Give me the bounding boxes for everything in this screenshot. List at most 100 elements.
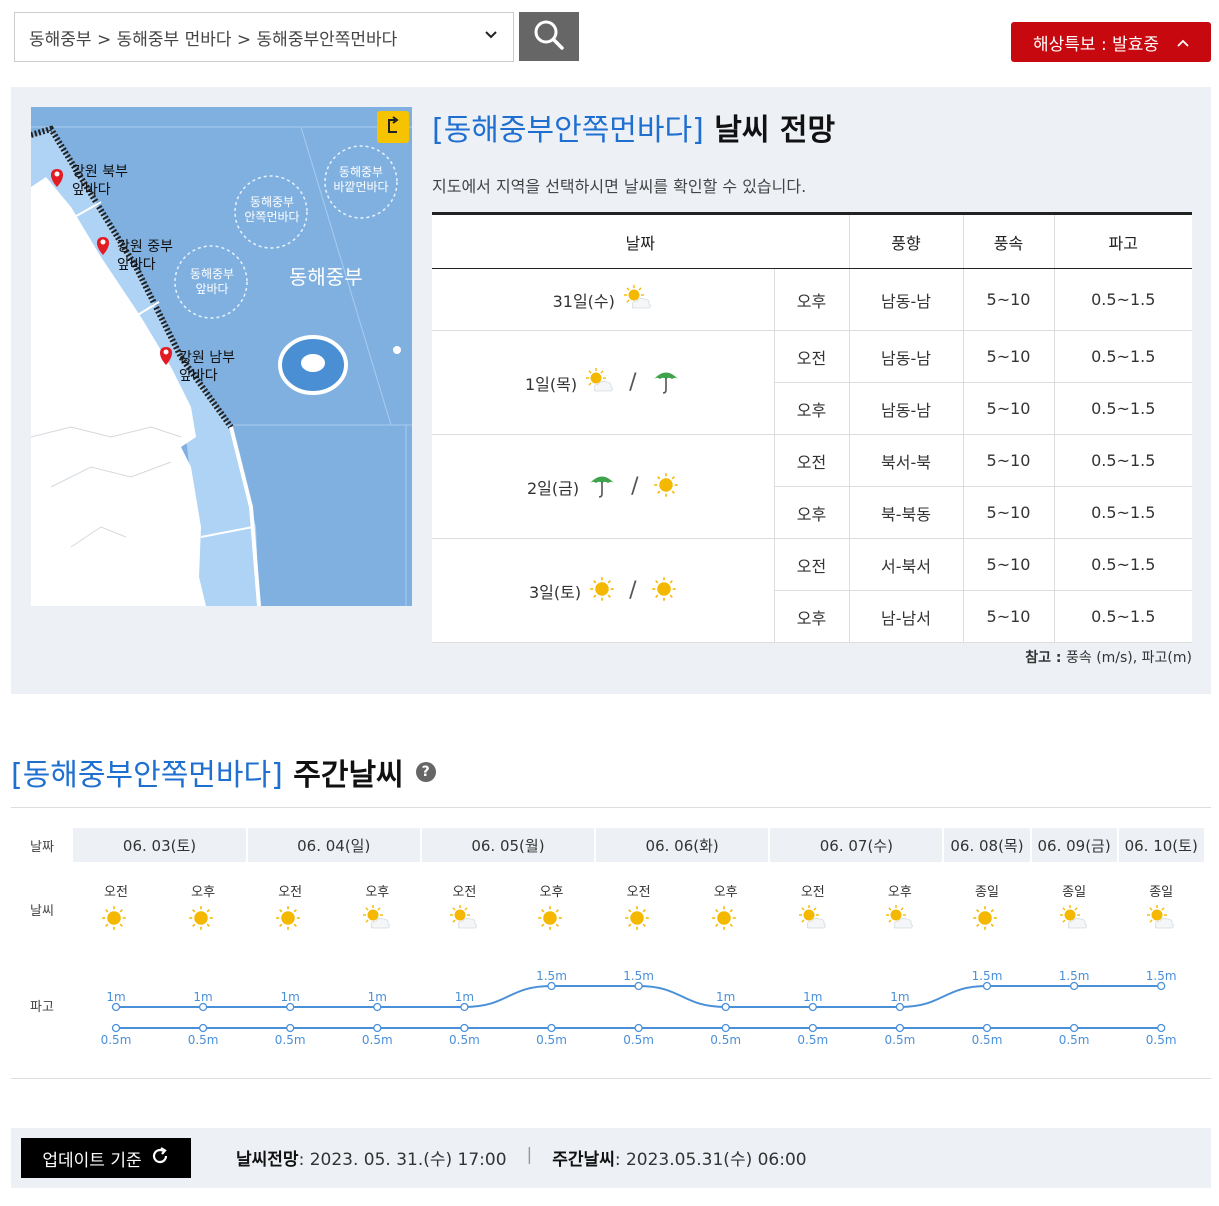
- weekly-period: 오후: [713, 885, 738, 900]
- weekly-date: 06. 09(금): [1031, 828, 1117, 862]
- unit-note: 참고 : 풍속 (m/s), 파고(m): [1025, 650, 1192, 666]
- day-label: 3일(토): [528, 582, 582, 602]
- weekly-period: 종일: [1149, 885, 1174, 900]
- weekly-period: 오후: [887, 885, 912, 900]
- divider: [11, 807, 1211, 808]
- divider: [11, 1078, 1211, 1079]
- return-arrow-icon: [384, 116, 402, 138]
- direction-cell: 북-북동: [848, 486, 964, 539]
- wave-point: [286, 1023, 295, 1033]
- col-header-direction: 풍향: [849, 212, 964, 269]
- wave-point: [721, 1002, 730, 1012]
- weekly-period: 종일: [975, 885, 999, 900]
- map-reset-button[interactable]: [377, 111, 409, 143]
- chevron-down-icon: [485, 27, 497, 43]
- map-label-middle[interactable]: 강원 중부 앞바다: [117, 238, 173, 274]
- slash-divider: /: [629, 370, 637, 395]
- sunny-icon: [711, 905, 745, 935]
- direction-cell: 북서-북: [848, 434, 964, 487]
- wave-label: 1.5m: [623, 969, 654, 983]
- region-select[interactable]: 동해중부 > 동해중부 먼바다 > 동해중부안쪽먼바다: [14, 12, 514, 62]
- umbrella-icon: [651, 367, 681, 399]
- wave-label: 1m: [281, 990, 300, 1004]
- weather-forecast: [동해중부안쪽먼바다] 날씨 전망 지도에서 지역을 선택하시면 날씨를 확인할…: [432, 107, 1192, 666]
- weekly-date: 06. 10(토): [1118, 828, 1204, 862]
- weekly-period: 오전: [800, 885, 825, 900]
- speed-cell: 5~10: [962, 434, 1055, 487]
- weekly-period: 오전: [104, 885, 128, 900]
- help-icon[interactable]: ?: [415, 762, 436, 782]
- update-info: 날씨전망 : 2023. 05. 31.(수) 17:00 | 주간날씨 : 2…: [236, 1145, 807, 1170]
- partly-cloudy-icon: [362, 905, 396, 935]
- map-label-outer[interactable]: 동해중부 바깥먼바다: [328, 165, 394, 195]
- wave-label: 0.5m: [972, 1033, 1003, 1047]
- update-footer: 업데이트 기준 날씨전망 : 2023. 05. 31.(수) 17:00 | …: [11, 1128, 1211, 1188]
- speed-cell: 5~10: [962, 268, 1055, 331]
- col-header-date: 날짜: [432, 212, 850, 269]
- weekly-period: 오전: [278, 885, 303, 900]
- weekly-period: 종일: [1062, 885, 1087, 900]
- partly-cloudy-icon: [885, 905, 919, 935]
- direction-cell: 남-남서: [848, 590, 964, 643]
- update-button[interactable]: 업데이트 기준: [21, 1138, 191, 1178]
- map-label-inner[interactable]: 동해중부 안쪽먼바다: [239, 195, 305, 225]
- day-label: 1일(목): [524, 374, 578, 394]
- col-header-wave: 파고: [1054, 212, 1192, 269]
- wave-point: [634, 1023, 643, 1033]
- day-label: 31일(수): [552, 291, 615, 311]
- sea-area-map: 강원 북부 앞바다 강원 중부 앞바다 강원 남부 앞바다 동해중부 안쪽먼바다…: [31, 107, 412, 606]
- speed-cell: 5~10: [962, 538, 1055, 591]
- wave-label: 0.5m: [536, 1033, 567, 1047]
- partly-cloudy-icon: [623, 284, 653, 315]
- wave-label: 0.5m: [710, 1033, 741, 1047]
- map-label-north[interactable]: 강원 북부 앞바다: [72, 163, 128, 199]
- wave-point: [1069, 1023, 1079, 1033]
- sunny-icon: [624, 905, 658, 935]
- weekly-period: 오후: [365, 885, 390, 900]
- partly-cloudy-icon: [1059, 905, 1093, 935]
- speed-cell: 5~10: [962, 590, 1055, 643]
- period-cell: 오전: [773, 538, 850, 591]
- day-cell: 2일(금) /: [432, 434, 775, 539]
- table-row: 31일(수) 오후 남동-남 5~10 0.5~1.5: [432, 268, 1192, 331]
- speed-cell: 5~10: [962, 486, 1055, 539]
- wave-cell: 0.5~1.5: [1053, 486, 1192, 539]
- period-cell: 오전: [773, 434, 850, 487]
- weekly-date: 06. 08(목): [944, 828, 1030, 862]
- direction-cell: 남동-남: [848, 330, 964, 383]
- umbrella-icon: [587, 471, 617, 503]
- wave-point: [373, 1002, 382, 1012]
- weekly-date: 06. 04(일): [247, 828, 420, 862]
- wave-label: 1.5m: [536, 969, 567, 983]
- direction-cell: 서-북서: [848, 538, 964, 591]
- wave-label: 1m: [368, 990, 387, 1004]
- wave-point: [547, 1023, 556, 1033]
- partly-cloudy-icon: [798, 905, 832, 935]
- marine-alert-button[interactable]: 해상특보 : 발효중: [1011, 22, 1211, 62]
- sunny-icon: [651, 576, 677, 606]
- direction-cell: 남동-남: [848, 268, 964, 331]
- map-label-near[interactable]: 동해중부 앞바다: [179, 267, 245, 297]
- wave-label: 0.5m: [101, 1033, 132, 1047]
- wave-label: 0.5m: [1146, 1033, 1177, 1047]
- period-cell: 오전: [773, 330, 850, 383]
- weekly-period: 오전: [452, 885, 477, 900]
- wave-label: 1m: [455, 990, 474, 1004]
- wave-cell: 0.5~1.5: [1053, 268, 1192, 331]
- weekly-date: 06. 03(토): [73, 828, 246, 862]
- wave-label: 1m: [890, 990, 909, 1004]
- search-button[interactable]: [519, 12, 579, 61]
- wave-label: 1m: [803, 990, 822, 1004]
- day-label: 2일(금): [526, 478, 580, 498]
- weekly-date: 06. 05(월): [421, 828, 595, 862]
- wave-point: [808, 1023, 817, 1033]
- sunny-icon: [972, 905, 1006, 935]
- weekly-period: 오후: [539, 885, 564, 900]
- partly-cloudy-icon: [585, 367, 615, 398]
- table-row: 3일(토) / 오전 서-북서 5~10 0.5~1.5: [432, 538, 1192, 643]
- map-label-south[interactable]: 강원 남부 앞바다: [179, 349, 235, 385]
- forecast-title: [동해중부안쪽먼바다] 날씨 전망: [432, 113, 836, 148]
- sunny-icon: [537, 905, 571, 935]
- wave-point: [198, 1023, 208, 1033]
- wave-cell: 0.5~1.5: [1053, 538, 1192, 591]
